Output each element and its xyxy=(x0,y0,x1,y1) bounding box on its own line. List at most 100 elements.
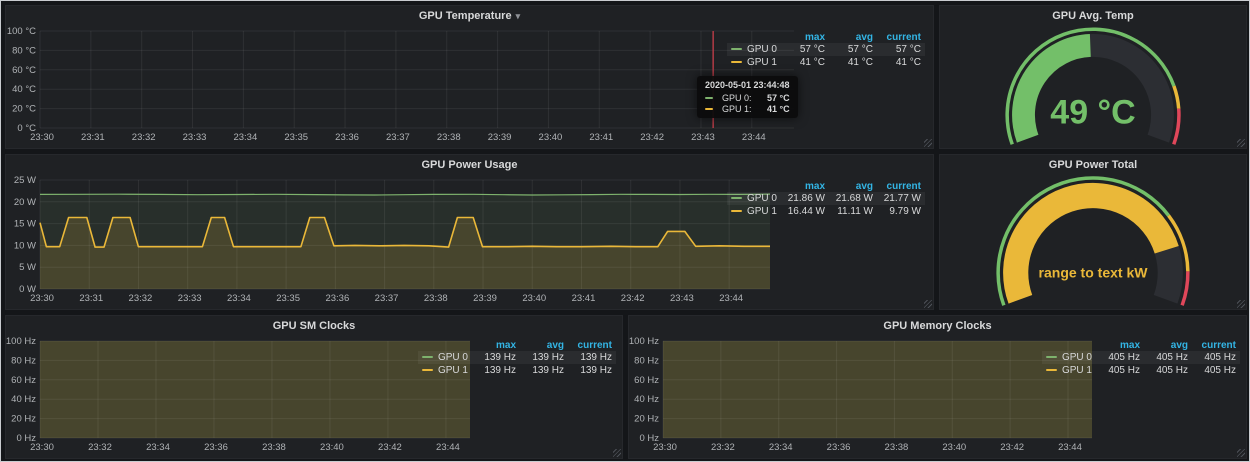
legend-header-max[interactable]: max xyxy=(781,32,829,43)
series-color-swatch xyxy=(422,369,433,371)
legend-row: GPU 0139 Hz139 Hz139 Hz xyxy=(418,351,616,364)
legend-row: GPU 141 °C41 °C41 °C xyxy=(727,56,925,69)
y-axis-label: 40 Hz xyxy=(11,394,36,405)
x-axis-label: 23:42 xyxy=(378,442,402,453)
legend-header-spacer xyxy=(727,181,781,192)
panel-gpu-power-total: GPU Power Total range to text kW xyxy=(939,154,1247,310)
legend-series-name[interactable]: GPU 1 xyxy=(727,205,781,218)
gpu-memory-clocks-chart[interactable]: 0 Hz20 Hz40 Hz60 Hz80 Hz100 Hz23:3023:32… xyxy=(629,336,1098,454)
panel-gpu-sm-clocks: GPU SM Clocks 0 Hz20 Hz40 Hz60 Hz80 Hz10… xyxy=(5,315,623,459)
tooltip-timestamp: 2020-05-01 23:44:48 xyxy=(705,80,790,90)
legend-value: 41 °C xyxy=(877,56,925,69)
x-axis-label: 23:36 xyxy=(335,132,359,143)
x-axis-label: 23:40 xyxy=(320,442,344,453)
grafana-dashboard: GPU Temperature ▾ 0 °C20 °C40 °C60 °C80 … xyxy=(0,0,1250,462)
legend-row: GPU 021.86 W21.68 W21.77 W xyxy=(727,192,925,205)
x-axis-label: 23:36 xyxy=(827,442,851,453)
x-axis-label: 23:39 xyxy=(488,132,512,143)
panel-header-gpu-sm-clocks[interactable]: GPU SM Clocks xyxy=(6,316,622,336)
x-axis-label: 23:44 xyxy=(1058,442,1082,453)
legend-series-name[interactable]: GPU 0 xyxy=(1042,351,1096,364)
legend-header-current[interactable]: current xyxy=(568,340,616,351)
panel-header-gpu-avg-temp[interactable]: GPU Avg. Temp xyxy=(940,6,1246,26)
x-axis-label: 23:34 xyxy=(227,293,251,304)
resize-handle[interactable] xyxy=(1237,139,1245,147)
resize-handle[interactable] xyxy=(924,139,932,147)
legend-header-avg[interactable]: avg xyxy=(520,340,568,351)
legend-header-max[interactable]: max xyxy=(781,181,829,192)
x-axis-label: 23:35 xyxy=(276,293,300,304)
resize-handle[interactable] xyxy=(924,300,932,308)
legend-value: 405 Hz xyxy=(1144,364,1192,377)
gpu-temperature-chart[interactable]: 0 °C20 °C40 °C60 °C80 °C100 °C23:3023:31… xyxy=(6,26,800,144)
tooltip-row: GPU 1:41 °C xyxy=(705,104,790,114)
legend-value: 9.79 W xyxy=(877,205,925,218)
resize-handle[interactable] xyxy=(1237,300,1245,308)
x-axis-label: 23:35 xyxy=(284,132,308,143)
legend-value: 405 Hz xyxy=(1192,351,1240,364)
resize-handle[interactable] xyxy=(613,449,621,457)
gauge-threshold-ring xyxy=(1182,271,1188,305)
gpu-power-usage-chart[interactable]: 0 W5 W10 W15 W20 W25 W23:3023:3123:3223:… xyxy=(6,175,776,305)
x-axis-label: 23:31 xyxy=(79,293,103,304)
series-color-swatch xyxy=(1046,356,1057,358)
x-axis-label: 23:30 xyxy=(30,293,54,304)
gpu-temperature-legend: maxavgcurrentGPU 057 °C57 °C57 °CGPU 141… xyxy=(727,32,925,69)
resize-handle[interactable] xyxy=(1237,449,1245,457)
legend-value: 139 Hz xyxy=(472,364,520,377)
x-axis-label: 23:41 xyxy=(572,293,596,304)
legend-row: GPU 116.44 W11.11 W9.79 W xyxy=(727,205,925,218)
gpu-memory-clocks-legend: maxavgcurrentGPU 0405 Hz405 Hz405 HzGPU … xyxy=(1042,340,1240,377)
legend-header-current[interactable]: current xyxy=(877,32,925,43)
y-axis-label: 5 W xyxy=(19,262,36,273)
legend-series-name[interactable]: GPU 0 xyxy=(727,192,781,205)
x-axis-label: 23:30 xyxy=(30,132,54,143)
x-axis-label: 23:44 xyxy=(719,293,743,304)
legend-header-current[interactable]: current xyxy=(1192,340,1240,351)
gauge-svg: range to text kW xyxy=(940,175,1246,307)
x-axis-label: 23:32 xyxy=(129,293,153,304)
legend-value: 139 Hz xyxy=(520,364,568,377)
gauge-svg: 49 °C xyxy=(940,26,1246,146)
y-axis-label: 20 W xyxy=(14,197,36,208)
legend-header-max[interactable]: max xyxy=(1096,340,1144,351)
legend-series-name[interactable]: GPU 1 xyxy=(418,364,472,377)
panel-header-gpu-memory-clocks[interactable]: GPU Memory Clocks xyxy=(629,316,1246,336)
x-axis-label: 23:30 xyxy=(653,442,677,453)
x-axis-label: 23:42 xyxy=(621,293,645,304)
legend-series-name[interactable]: GPU 1 xyxy=(727,56,781,69)
x-axis-label: 23:34 xyxy=(233,132,257,143)
legend-value: 139 Hz xyxy=(568,351,616,364)
legend-value: 405 Hz xyxy=(1192,364,1240,377)
y-axis-label: 80 Hz xyxy=(634,355,659,366)
x-axis-label: 23:40 xyxy=(522,293,546,304)
y-axis-label: 20 Hz xyxy=(634,414,659,425)
chevron-down-icon[interactable]: ▾ xyxy=(516,12,521,21)
legend-value: 139 Hz xyxy=(568,364,616,377)
legend-header-max[interactable]: max xyxy=(472,340,520,351)
panel-header-gpu-power-usage[interactable]: GPU Power Usage xyxy=(6,155,933,175)
y-axis-label: 10 W xyxy=(14,240,36,251)
legend-series-name[interactable]: GPU 1 xyxy=(1042,364,1096,377)
chart-tooltip: 2020-05-01 23:44:48GPU 0:57 °CGPU 1:41 °… xyxy=(697,76,798,118)
legend-header-avg[interactable]: avg xyxy=(1144,340,1192,351)
legend-value: 41 °C xyxy=(781,56,829,69)
panel-gpu-memory-clocks: GPU Memory Clocks 0 Hz20 Hz40 Hz60 Hz80 … xyxy=(628,315,1247,459)
x-axis-label: 23:42 xyxy=(1000,442,1024,453)
legend-series-name[interactable]: GPU 0 xyxy=(418,351,472,364)
x-axis-label: 23:37 xyxy=(386,132,410,143)
legend-value: 405 Hz xyxy=(1096,364,1144,377)
gpu-sm-clocks-chart[interactable]: 0 Hz20 Hz40 Hz60 Hz80 Hz100 Hz23:3023:32… xyxy=(6,336,476,454)
legend-header-current[interactable]: current xyxy=(877,181,925,192)
series-color-swatch xyxy=(731,61,742,63)
y-axis-label: 100 Hz xyxy=(6,336,36,347)
legend-value: 57 °C xyxy=(829,43,877,56)
legend-header-avg[interactable]: avg xyxy=(829,32,877,43)
panel-header-gpu-power-total[interactable]: GPU Power Total xyxy=(940,155,1246,175)
x-axis-label: 23:40 xyxy=(539,132,563,143)
panel-gpu-temperature: GPU Temperature ▾ 0 °C20 °C40 °C60 °C80 … xyxy=(5,5,934,149)
legend-header-avg[interactable]: avg xyxy=(829,181,877,192)
legend-value: 16.44 W xyxy=(781,205,829,218)
panel-header-gpu-temperature[interactable]: GPU Temperature ▾ xyxy=(6,6,933,26)
legend-series-name[interactable]: GPU 0 xyxy=(727,43,781,56)
